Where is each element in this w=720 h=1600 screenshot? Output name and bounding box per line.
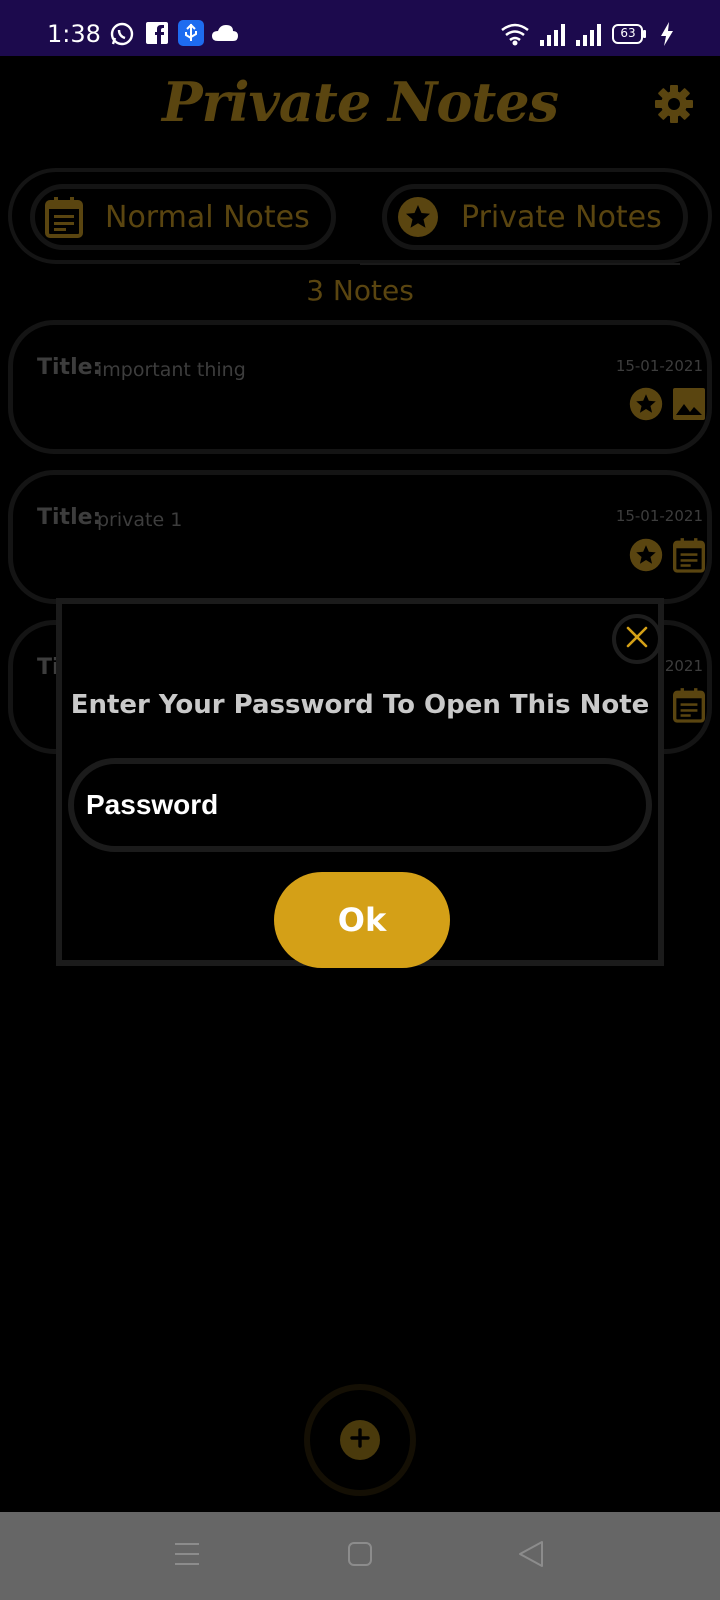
home-icon[interactable]	[348, 1542, 372, 1571]
close-icon	[626, 626, 648, 653]
app-title: Private Notes	[161, 70, 559, 134]
note-card[interactable]: Title: private 1 15-01-2021	[8, 470, 712, 604]
back-icon[interactable]	[518, 1540, 544, 1573]
note-title-label: Title:	[37, 505, 102, 530]
usb-icon	[178, 20, 204, 51]
whatsapp-icon	[110, 22, 134, 51]
system-nav-bar	[0, 1512, 720, 1600]
gear-icon[interactable]	[654, 84, 694, 129]
calendar-note-icon	[45, 196, 83, 238]
close-button[interactable]	[612, 614, 662, 664]
calendar-note-icon	[673, 687, 705, 728]
ok-button[interactable]: Ok	[274, 872, 450, 968]
tab-indicator	[360, 263, 680, 265]
note-title: important thing	[97, 359, 246, 381]
status-bar: 1:38 63	[0, 0, 720, 56]
star-icon	[629, 538, 663, 577]
calendar-note-icon	[673, 537, 705, 578]
cloud-icon	[212, 25, 238, 46]
note-date: 15-01-2021	[615, 507, 703, 525]
note-title-label: Title:	[37, 355, 102, 380]
password-input[interactable]	[68, 758, 652, 852]
star-icon	[397, 196, 439, 238]
tab-normal-notes[interactable]: Normal Notes	[30, 184, 336, 250]
note-date: 2021	[664, 657, 703, 675]
note-title: private 1	[97, 509, 183, 531]
facebook-icon	[146, 22, 168, 49]
dialog-message: Enter Your Password To Open This Note	[70, 690, 650, 720]
star-icon	[629, 387, 663, 426]
status-time: 1:38	[47, 20, 101, 48]
menu-icon[interactable]	[174, 1542, 200, 1571]
battery-level: 63	[620, 26, 636, 40]
signal-icon	[576, 24, 604, 51]
tab-private-notes[interactable]: Private Notes	[382, 184, 688, 250]
tab-label: Private Notes	[461, 199, 662, 235]
add-note-button[interactable]	[340, 1420, 380, 1460]
wifi-icon	[500, 22, 530, 51]
password-dialog: Enter Your Password To Open This Note Ok	[56, 598, 664, 968]
image-icon	[673, 388, 705, 425]
tab-label: Normal Notes	[105, 199, 310, 235]
note-card[interactable]: Title: important thing 15-01-2021	[8, 320, 712, 454]
charging-icon	[660, 22, 674, 51]
note-date: 15-01-2021	[615, 357, 703, 375]
signal-icon	[540, 24, 568, 51]
notes-count: 3 Notes	[306, 274, 414, 307]
plus-icon	[349, 1427, 371, 1454]
